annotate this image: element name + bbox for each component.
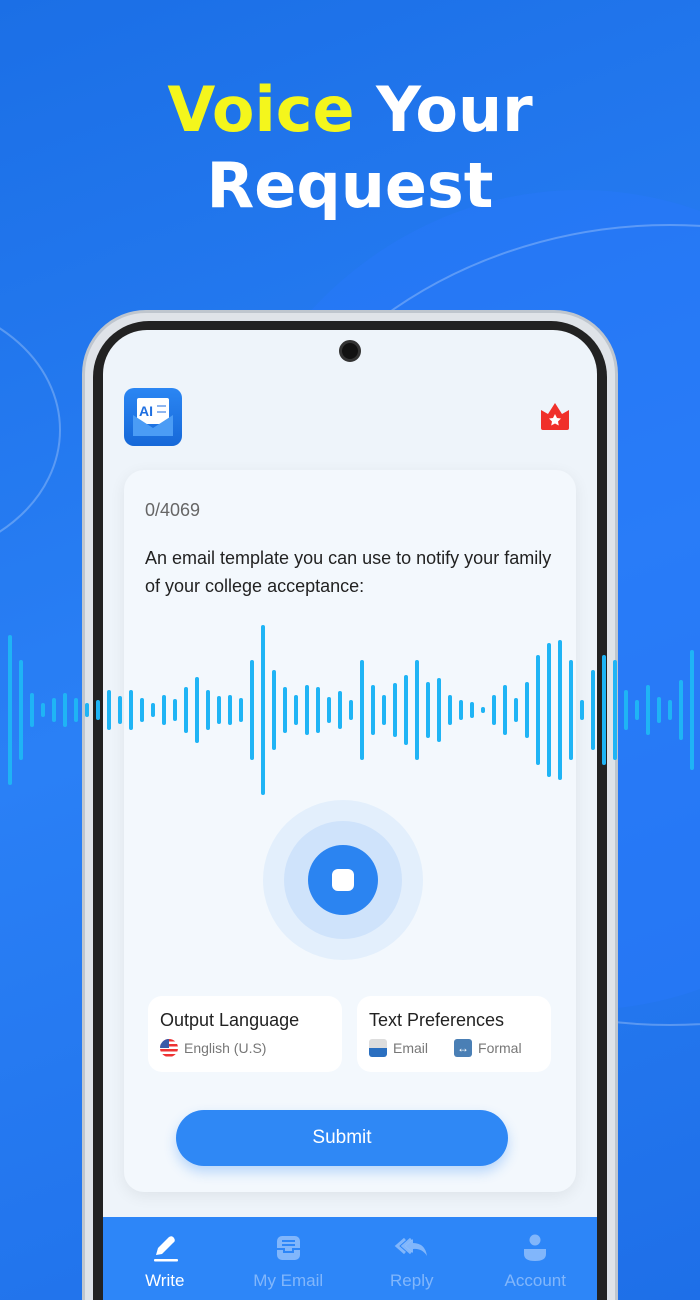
waveform-bar [492, 695, 496, 725]
waveform-bar [52, 698, 56, 722]
compose-card: 0/4069 An email template you can use to … [124, 470, 576, 1192]
waveform-bar [63, 693, 67, 727]
envelope-icon [369, 1039, 387, 1057]
nav-my-email[interactable]: My Email [227, 1217, 351, 1300]
waveform-bar [19, 660, 23, 760]
waveform-bar [261, 625, 265, 795]
nav-reply[interactable]: Reply [350, 1217, 474, 1300]
waveform-bar [316, 687, 320, 733]
waveform-bar [624, 690, 628, 730]
waveform-bar [371, 685, 375, 735]
headline: Voice Your Request [167, 73, 533, 222]
waveform-bar [448, 695, 452, 725]
waveform-bar [8, 635, 12, 785]
waveform-bar [173, 699, 177, 721]
waveform-bar [404, 675, 408, 745]
prompt-text[interactable]: An email template you can use to notify … [145, 544, 555, 600]
waveform-bar [525, 682, 529, 738]
waveform-bar [206, 690, 210, 730]
waveform-bar [305, 685, 309, 735]
waveform-bar [96, 700, 100, 720]
waveform-bar [195, 677, 199, 743]
reply-all-icon [394, 1237, 427, 1256]
inbox-icon [277, 1236, 301, 1260]
character-count: 0/4069 [145, 500, 201, 520]
waveform-bar [646, 685, 650, 735]
waveform-bar [503, 685, 507, 735]
waveform-bar [514, 698, 518, 722]
record-button[interactable] [263, 800, 423, 960]
waveform-bar [437, 678, 441, 742]
waveform-bar [107, 690, 111, 730]
us-flag-icon [160, 1039, 178, 1057]
waveform-bar [613, 660, 617, 760]
waveform-bar [294, 695, 298, 725]
waveform-bar [228, 695, 232, 725]
pencil-icon [153, 1236, 178, 1262]
text-preferences-option[interactable]: Text Preferences Email ↔ Formal [357, 996, 551, 1072]
waveform-bar [349, 700, 353, 720]
waveform-bar [140, 698, 144, 722]
waveform-bar [74, 698, 78, 722]
waveform-bar [129, 690, 133, 730]
waveform-bar [602, 655, 606, 765]
waveform-bar [118, 696, 122, 724]
left-right-arrow-icon: ↔ [454, 1039, 473, 1057]
waveform-bar [162, 695, 166, 725]
waveform-bar [151, 703, 155, 717]
waveform-bar [360, 660, 364, 760]
nav-write[interactable]: Write [103, 1217, 227, 1300]
waveform-bar [536, 655, 540, 765]
submit-button[interactable]: Submit [176, 1110, 508, 1166]
bottom-nav: Write My Email Reply Account [103, 1217, 597, 1300]
waveform-bar [382, 695, 386, 725]
waveform-bar [635, 700, 639, 720]
app-screen: AI 0/4069 An email template you can use … [103, 330, 597, 1300]
camera-icon [339, 340, 361, 362]
waveform-bar [558, 640, 562, 780]
nav-account[interactable]: Account [474, 1217, 598, 1300]
audio-waveform [8, 625, 694, 795]
background-arc [0, 327, 61, 533]
waveform-bar [569, 660, 573, 760]
waveform-bar [580, 700, 584, 720]
waveform-bar [41, 703, 45, 717]
waveform-bar [272, 670, 276, 750]
waveform-bar [679, 680, 683, 740]
waveform-bar [668, 700, 672, 720]
crown-premium-icon[interactable] [539, 400, 571, 432]
waveform-bar [591, 670, 595, 750]
waveform-bar [338, 691, 342, 729]
waveform-bar [415, 660, 419, 760]
waveform-bar [393, 683, 397, 737]
waveform-bar [283, 687, 287, 733]
waveform-bar [459, 700, 463, 720]
stop-icon [332, 869, 354, 891]
waveform-bar [690, 650, 694, 770]
waveform-bar [426, 682, 430, 738]
user-icon [524, 1234, 547, 1261]
waveform-bar [85, 703, 89, 717]
waveform-bar [184, 687, 188, 733]
waveform-bar [481, 707, 485, 713]
waveform-bar [30, 693, 34, 727]
waveform-bar [250, 660, 254, 760]
waveform-bar [657, 697, 661, 723]
svg-text:AI: AI [139, 403, 153, 419]
waveform-bar [470, 702, 474, 718]
waveform-bar [327, 697, 331, 723]
waveform-bar [547, 643, 551, 777]
waveform-bar [217, 696, 221, 724]
waveform-bar [239, 698, 243, 722]
app-logo: AI [124, 388, 182, 446]
output-language-option[interactable]: Output Language English (U.S) [148, 996, 342, 1072]
